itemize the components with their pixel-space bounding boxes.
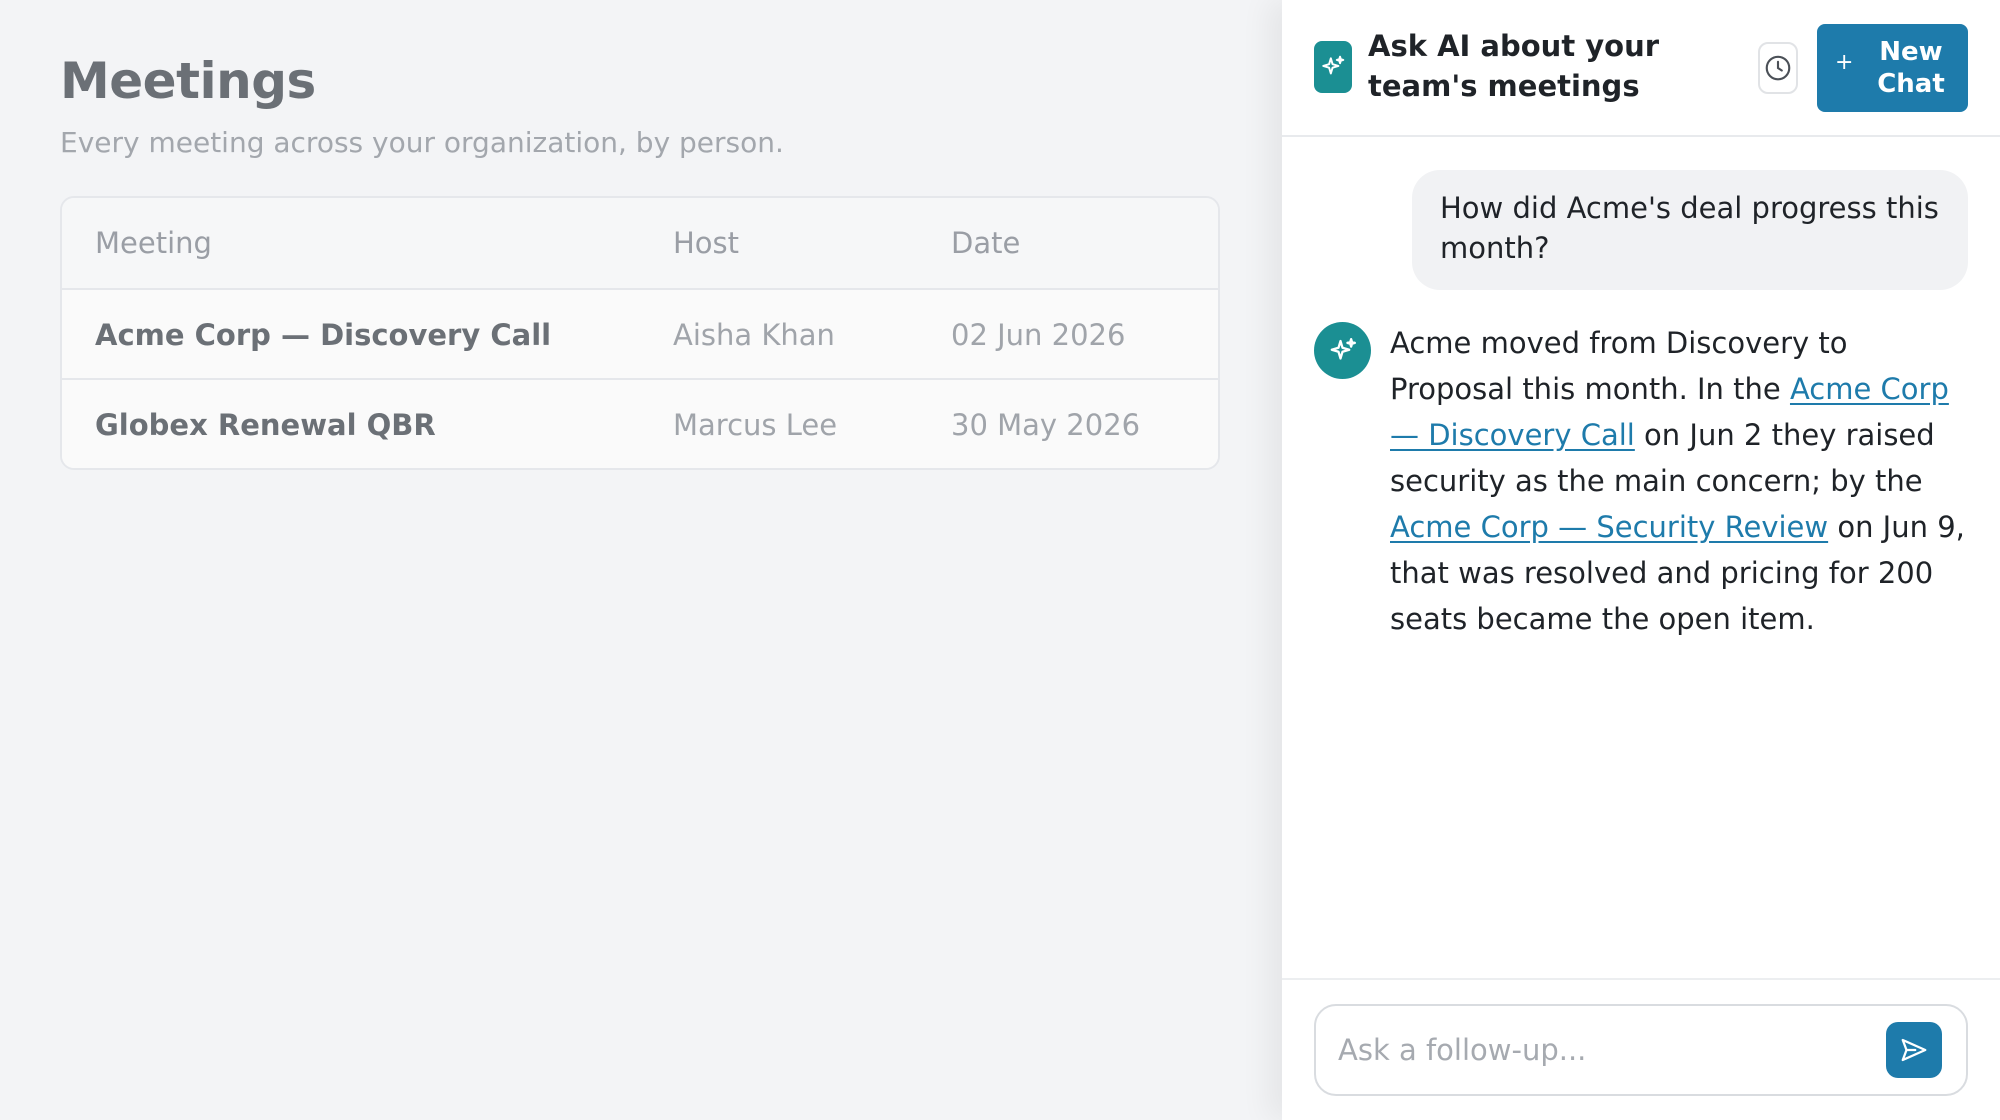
chat-title: Ask AI about your team's meetings: [1368, 29, 1660, 103]
ai-chat-panel: Ask AI about your team's meetings + New …: [1282, 0, 2000, 1120]
new-chat-label: New Chat: [1877, 37, 1945, 99]
ai-message: Acme moved from Discovery to Proposal th…: [1390, 320, 1976, 642]
ai-message-text: Acme moved from Discovery to Proposal th…: [1390, 326, 1848, 406]
follow-up-input[interactable]: [1338, 1024, 1868, 1076]
table-row[interactable]: Acme Corp — Discovery Call Aisha Khan 02…: [62, 288, 1218, 378]
table-row[interactable]: Globex Renewal QBR Marcus Lee 30 May 202…: [62, 378, 1218, 468]
column-header-host[interactable]: Host: [673, 198, 739, 288]
page-subtitle: Every meeting across your organization, …: [60, 126, 784, 159]
meeting-date: 30 May 2026: [951, 408, 1141, 442]
plus-icon: +: [1835, 50, 1854, 75]
meeting-link-security-review[interactable]: Acme Corp — Security Review: [1390, 510, 1828, 544]
sparkle-icon: [1330, 337, 1356, 360]
meeting-host: Aisha Khan: [673, 318, 835, 352]
chat-header: Ask AI about your team's meetings + New …: [1282, 0, 2000, 137]
clock-icon: [1765, 55, 1791, 81]
column-header-date[interactable]: Date: [951, 198, 1020, 288]
column-header-meeting[interactable]: Meeting: [95, 198, 212, 288]
table-header-row: Meeting Host Date: [62, 198, 1218, 288]
user-message: How did Acme's deal progress this month?: [1412, 170, 1968, 290]
send-icon: [1901, 1038, 1927, 1062]
meeting-title[interactable]: Globex Renewal QBR: [95, 380, 436, 468]
composer-divider: [1282, 978, 2000, 980]
page-title: Meetings: [60, 52, 316, 110]
ai-avatar: [1314, 322, 1371, 379]
new-chat-button[interactable]: + New Chat: [1817, 24, 1968, 112]
history-button[interactable]: [1758, 42, 1798, 94]
send-button[interactable]: [1886, 1022, 1942, 1078]
meeting-date: 02 Jun 2026: [951, 318, 1126, 352]
meetings-page: Meetings Every meeting across your organ…: [0, 0, 1282, 1120]
composer: [1314, 1004, 1968, 1096]
meetings-table: Meeting Host Date Acme Corp — Discovery …: [60, 196, 1220, 470]
sparkle-icon: [1314, 41, 1352, 93]
app: Meetings Every meeting across your organ…: [0, 0, 2000, 1120]
meeting-title[interactable]: Acme Corp — Discovery Call: [95, 290, 551, 380]
meeting-host: Marcus Lee: [673, 408, 838, 442]
